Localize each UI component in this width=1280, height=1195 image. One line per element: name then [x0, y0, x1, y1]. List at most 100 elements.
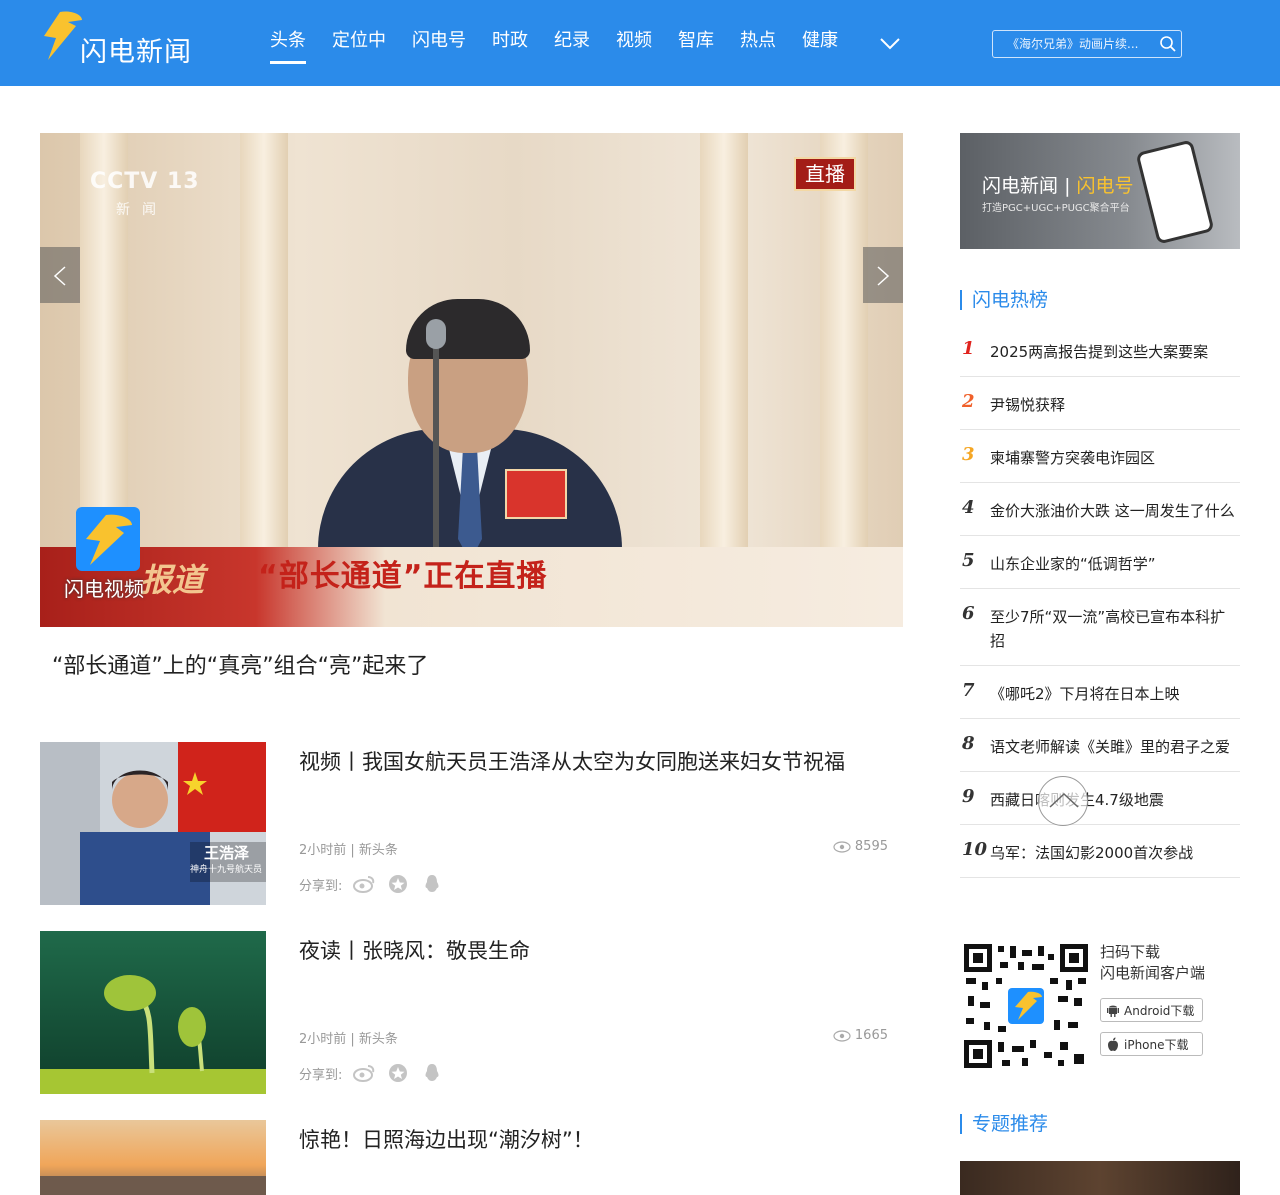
site-logo-text: 闪电新闻	[80, 37, 192, 68]
search-button[interactable]	[1159, 35, 1177, 53]
flash-account-promo-banner[interactable]: 闪电新闻 | 闪电号 打造PGC+UGC+PUGC聚合平台	[960, 133, 1240, 249]
view-count: 8595	[833, 839, 888, 854]
nav-tab-location[interactable]: 定位中	[332, 28, 386, 64]
hot-rank: 8	[962, 733, 975, 754]
qr-caption: 扫码下载 闪电新闻客户端	[1100, 942, 1205, 984]
hot-rank: 5	[962, 550, 975, 571]
nav-tab-headlines[interactable]: 头条	[270, 28, 306, 64]
hot-item-text: 山东企业家的“低调哲学”	[990, 555, 1156, 573]
qzone-share-icon[interactable]	[386, 872, 410, 896]
hot-list-item[interactable]: 1 2025两高报告提到这些大案要案	[960, 324, 1240, 377]
promo-subtitle: 打造PGC+UGC+PUGC聚合平台	[982, 203, 1130, 214]
hot-item-text: 《哪吒2》下月将在日本上映	[990, 685, 1180, 703]
share-label: 分享到:	[299, 1067, 343, 1083]
topic-recommend-heading: 专题推荐	[960, 1114, 1048, 1134]
hot-list-item[interactable]: 3 柬埔寨警方突袭电诈园区	[960, 430, 1240, 483]
weibo-share-icon[interactable]	[352, 872, 376, 896]
hot-item-text: 柬埔寨警方突袭电诈园区	[990, 449, 1156, 467]
hero-banner-text: “部长通道”正在直播	[258, 559, 548, 594]
news-list-item: 王浩泽 神舟十九号航天员 视频丨我国女航天员王浩泽从太空为女同胞送来妇女节祝福 …	[40, 742, 900, 905]
qq-share-icon[interactable]	[420, 872, 444, 896]
qzone-share-icon[interactable]	[386, 1061, 410, 1085]
chevron-right-icon	[877, 266, 890, 286]
hot-list-item[interactable]: 7 《哪吒2》下月将在日本上映	[960, 666, 1240, 719]
apple-icon	[1108, 1037, 1118, 1051]
iphone-download-label: iPhone下载	[1124, 1037, 1189, 1052]
nav-tab-think-tank[interactable]: 智库	[678, 28, 714, 64]
qr-caption-line2: 闪电新闻客户端	[1100, 964, 1206, 982]
hot-list-item[interactable]: 10 乌军：法国幻影2000首次参战	[960, 825, 1240, 878]
slider-prev-button[interactable]	[40, 247, 80, 303]
nav-tab-health[interactable]: 健康	[802, 28, 838, 64]
app-download-qr-code	[962, 942, 1090, 1070]
site-logo[interactable]: 闪电新闻	[40, 10, 200, 68]
promo-title-b: 闪电号	[1076, 175, 1134, 197]
hot-list-item[interactable]: 2 尹锡悦获释	[960, 377, 1240, 430]
hot-list-item[interactable]: 4 金价大涨油价大跌 这一周发生了什么	[960, 483, 1240, 536]
back-to-top-button[interactable]	[1038, 776, 1088, 826]
eye-icon	[833, 840, 851, 853]
nav-more-button[interactable]	[878, 32, 902, 54]
weibo-share-icon[interactable]	[352, 1061, 376, 1085]
sunset-sea-photo	[40, 1120, 266, 1195]
qq-share-icon[interactable]	[420, 1061, 444, 1085]
astronaut-photo	[40, 742, 266, 905]
hot-item-text: 至少7所“双一流”高校已宣布本科扩招	[990, 608, 1226, 650]
hero-pillar	[80, 133, 128, 553]
hot-list-heading: 闪电热榜	[960, 290, 1048, 310]
android-download-button[interactable]: Android下载	[1100, 998, 1203, 1022]
topic-recommend-image[interactable]	[960, 1161, 1240, 1195]
hot-rank: 6	[962, 603, 975, 624]
qr-caption-line1: 扫码下载	[1100, 943, 1161, 961]
news-thumbnail[interactable]	[40, 931, 266, 1094]
hot-list-item[interactable]: 8 语文老师解读《关雎》里的君子之爱	[960, 719, 1240, 772]
lightning-logo-icon	[44, 11, 82, 61]
search-input[interactable]	[993, 31, 1153, 57]
search-icon	[1160, 36, 1176, 52]
news-title-link[interactable]: 惊艳！日照海边出现“潮汐树”！	[299, 1124, 594, 1154]
live-badge: 直播	[794, 157, 856, 191]
hot-item-text: 语文老师解读《关雎》里的君子之爱	[990, 738, 1231, 756]
flash-video-label: 闪电视频	[64, 577, 144, 601]
hot-item-text: 尹锡悦获释	[990, 396, 1066, 414]
slider-next-button[interactable]	[863, 247, 903, 303]
nav-tab-video[interactable]: 视频	[616, 28, 652, 64]
hero-slide-image[interactable]: CCTV 13 新闻 直播 报道 “部长通道”正在直播 闪电视频	[40, 133, 903, 627]
nav-tab-documentary[interactable]: 纪录	[554, 28, 590, 64]
nav-tab-flash-account[interactable]: 闪电号	[412, 28, 466, 64]
hot-rank: 2	[962, 391, 975, 412]
hot-rank: 10	[962, 839, 988, 860]
nav-tab-hot[interactable]: 热点	[740, 28, 776, 64]
top-header: 闪电新闻 头条 定位中 闪电号 时政 纪录 视频 智库 热点 健康	[0, 0, 1280, 86]
hot-rank: 7	[962, 680, 975, 701]
nav-tab-politics[interactable]: 时政	[492, 28, 528, 64]
android-icon	[1107, 1005, 1119, 1017]
news-list-item: 惊艳！日照海边出现“潮汐树”！	[40, 1120, 900, 1195]
hero-pillar	[240, 133, 288, 553]
search-box	[992, 30, 1182, 58]
lightning-icon	[86, 514, 132, 565]
view-count-value: 1665	[854, 1028, 888, 1043]
hero-pillar	[700, 133, 748, 553]
flash-video-logo-icon	[76, 507, 140, 571]
hot-rank: 1	[962, 338, 975, 359]
hot-list-item[interactable]: 9西藏日喀则发生4.7级地震	[960, 772, 1240, 825]
news-thumbnail[interactable]: 王浩泽 神舟十九号航天员	[40, 742, 266, 905]
news-title-link[interactable]: 视频丨我国女航天员王浩泽从太空为女同胞送来妇女节祝福	[299, 746, 845, 776]
hot-item-text: 2025两高报告提到这些大案要案	[990, 343, 1209, 361]
channel-watermark-sub: 新闻	[116, 202, 168, 218]
hot-list-item[interactable]: 5 山东企业家的“低调哲学”	[960, 536, 1240, 589]
android-download-label: Android下载	[1124, 1003, 1195, 1018]
news-meta: 2小时前 | 新头条	[299, 1032, 398, 1047]
hero-caption-link[interactable]: “部长通道”上的“真亮”组合“亮”起来了	[52, 648, 428, 680]
banner-script-text: 报道	[140, 561, 205, 599]
news-title-link[interactable]: 夜读丨张晓风：敬畏生命	[299, 935, 530, 965]
hot-item-text: 乌军：法国幻影2000首次参战	[990, 844, 1194, 862]
hot-item-text: 金价大涨油价大跌 这一周发生了什么	[990, 502, 1235, 520]
hot-list-item[interactable]: 6 至少7所“双一流”高校已宣布本科扩招	[960, 589, 1240, 666]
news-thumbnail[interactable]	[40, 1120, 266, 1195]
hot-list: 1 2025两高报告提到这些大案要案 2 尹锡悦获释 3 柬埔寨警方突袭电诈园区 4金…	[960, 324, 1240, 878]
hot-rank: 9	[962, 786, 975, 807]
iphone-download-button[interactable]: iPhone下载	[1100, 1032, 1203, 1056]
share-bar: 分享到:	[299, 872, 444, 896]
